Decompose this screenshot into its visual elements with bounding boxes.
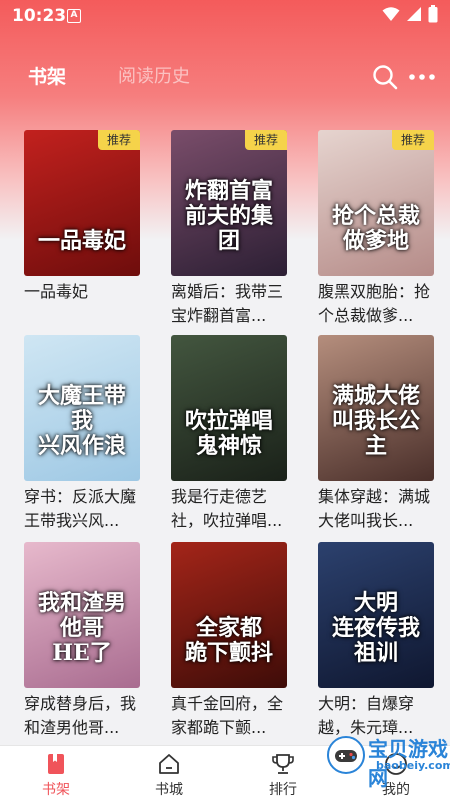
battery-icon bbox=[428, 5, 438, 23]
nav-item-store[interactable]: 书城 bbox=[129, 746, 209, 800]
top-navigation: 书架 阅读历史 bbox=[0, 50, 450, 100]
recommend-badge: 推荐 bbox=[245, 130, 287, 150]
trophy-icon bbox=[272, 754, 294, 774]
search-icon[interactable] bbox=[372, 64, 398, 90]
bookshelf-icon bbox=[48, 754, 64, 774]
book-title[interactable]: 穿成替身后，我和渣男他哥... bbox=[24, 692, 148, 740]
book-title[interactable]: 穿书：反派大魔王带我兴风... bbox=[24, 485, 148, 533]
book-title[interactable]: 腹黑双胞胎：抢个总裁做爹... bbox=[318, 280, 442, 328]
book-cover[interactable]: 大魔王带我 兴风作浪 bbox=[24, 335, 140, 481]
cover-title: 一品毒妃 bbox=[37, 228, 126, 254]
book-title[interactable]: 真千金回府，全家都跪下颤... bbox=[171, 692, 295, 740]
book-cover[interactable]: 炸翻首富 前夫的集团 推荐 bbox=[171, 130, 287, 276]
cover-title: 炸翻首富 前夫的集团 bbox=[184, 178, 273, 254]
book-cover[interactable]: 全家都 跪下颤抖 bbox=[171, 542, 287, 688]
book-cover[interactable]: 抢个总裁 做爹地 推荐 bbox=[318, 130, 434, 276]
wifi-icon bbox=[382, 7, 400, 21]
cover-title: 大明 连夜传我祖训 bbox=[331, 590, 420, 666]
tab-reading-history[interactable]: 阅读历史 bbox=[118, 62, 190, 88]
book-title[interactable]: 我是行走德艺社，吹拉弹唱... bbox=[171, 485, 295, 533]
more-options-icon[interactable] bbox=[408, 64, 436, 90]
book-cover[interactable]: 大明 连夜传我祖训 bbox=[318, 542, 434, 688]
book-cover[interactable]: 满城大佬 叫我长公主 bbox=[318, 335, 434, 481]
nav-label: 书城 bbox=[155, 782, 183, 798]
nav-item-bookshelf[interactable]: 书架 bbox=[16, 746, 96, 800]
nav-item-ranking[interactable]: 排行 bbox=[243, 746, 323, 800]
watermark: 宝贝游戏网 baobeiy.com bbox=[322, 733, 450, 793]
tab-bookshelf[interactable]: 书架 bbox=[28, 62, 66, 89]
cover-title: 抢个总裁 做爹地 bbox=[331, 203, 420, 254]
cover-title: 满城大佬 叫我长公主 bbox=[331, 383, 420, 459]
book-cover[interactable]: 吹拉弹唱 鬼神惊 bbox=[171, 335, 287, 481]
cover-title: 全家都 跪下颤抖 bbox=[184, 615, 273, 666]
signal-icon bbox=[407, 7, 421, 21]
book-cover[interactable]: 我和渣男他哥 HE了 bbox=[24, 542, 140, 688]
book-title[interactable]: 离婚后：我带三宝炸翻首富... bbox=[171, 280, 295, 328]
status-bar: 10:23 A bbox=[0, 0, 450, 34]
cover-title: 吹拉弹唱 鬼神惊 bbox=[184, 408, 273, 459]
gamepad-icon bbox=[327, 736, 365, 774]
notification-icon: A bbox=[67, 9, 81, 23]
nav-label: 排行 bbox=[269, 782, 297, 798]
watermark-url: baobeiy.com bbox=[376, 759, 450, 772]
book-title[interactable]: 集体穿越：满城大佬叫我长... bbox=[318, 485, 442, 533]
book-cover[interactable]: 一品毒妃 推荐 bbox=[24, 130, 140, 276]
status-time: 10:23 bbox=[12, 6, 67, 26]
store-icon bbox=[159, 754, 179, 774]
recommend-badge: 推荐 bbox=[98, 130, 140, 150]
cover-title: 大魔王带我 兴风作浪 bbox=[37, 383, 126, 459]
book-title[interactable]: 一品毒妃 bbox=[24, 280, 148, 304]
nav-label: 书架 bbox=[42, 782, 70, 798]
recommend-badge: 推荐 bbox=[392, 130, 434, 150]
cover-title: 我和渣男他哥 HE了 bbox=[37, 590, 126, 666]
